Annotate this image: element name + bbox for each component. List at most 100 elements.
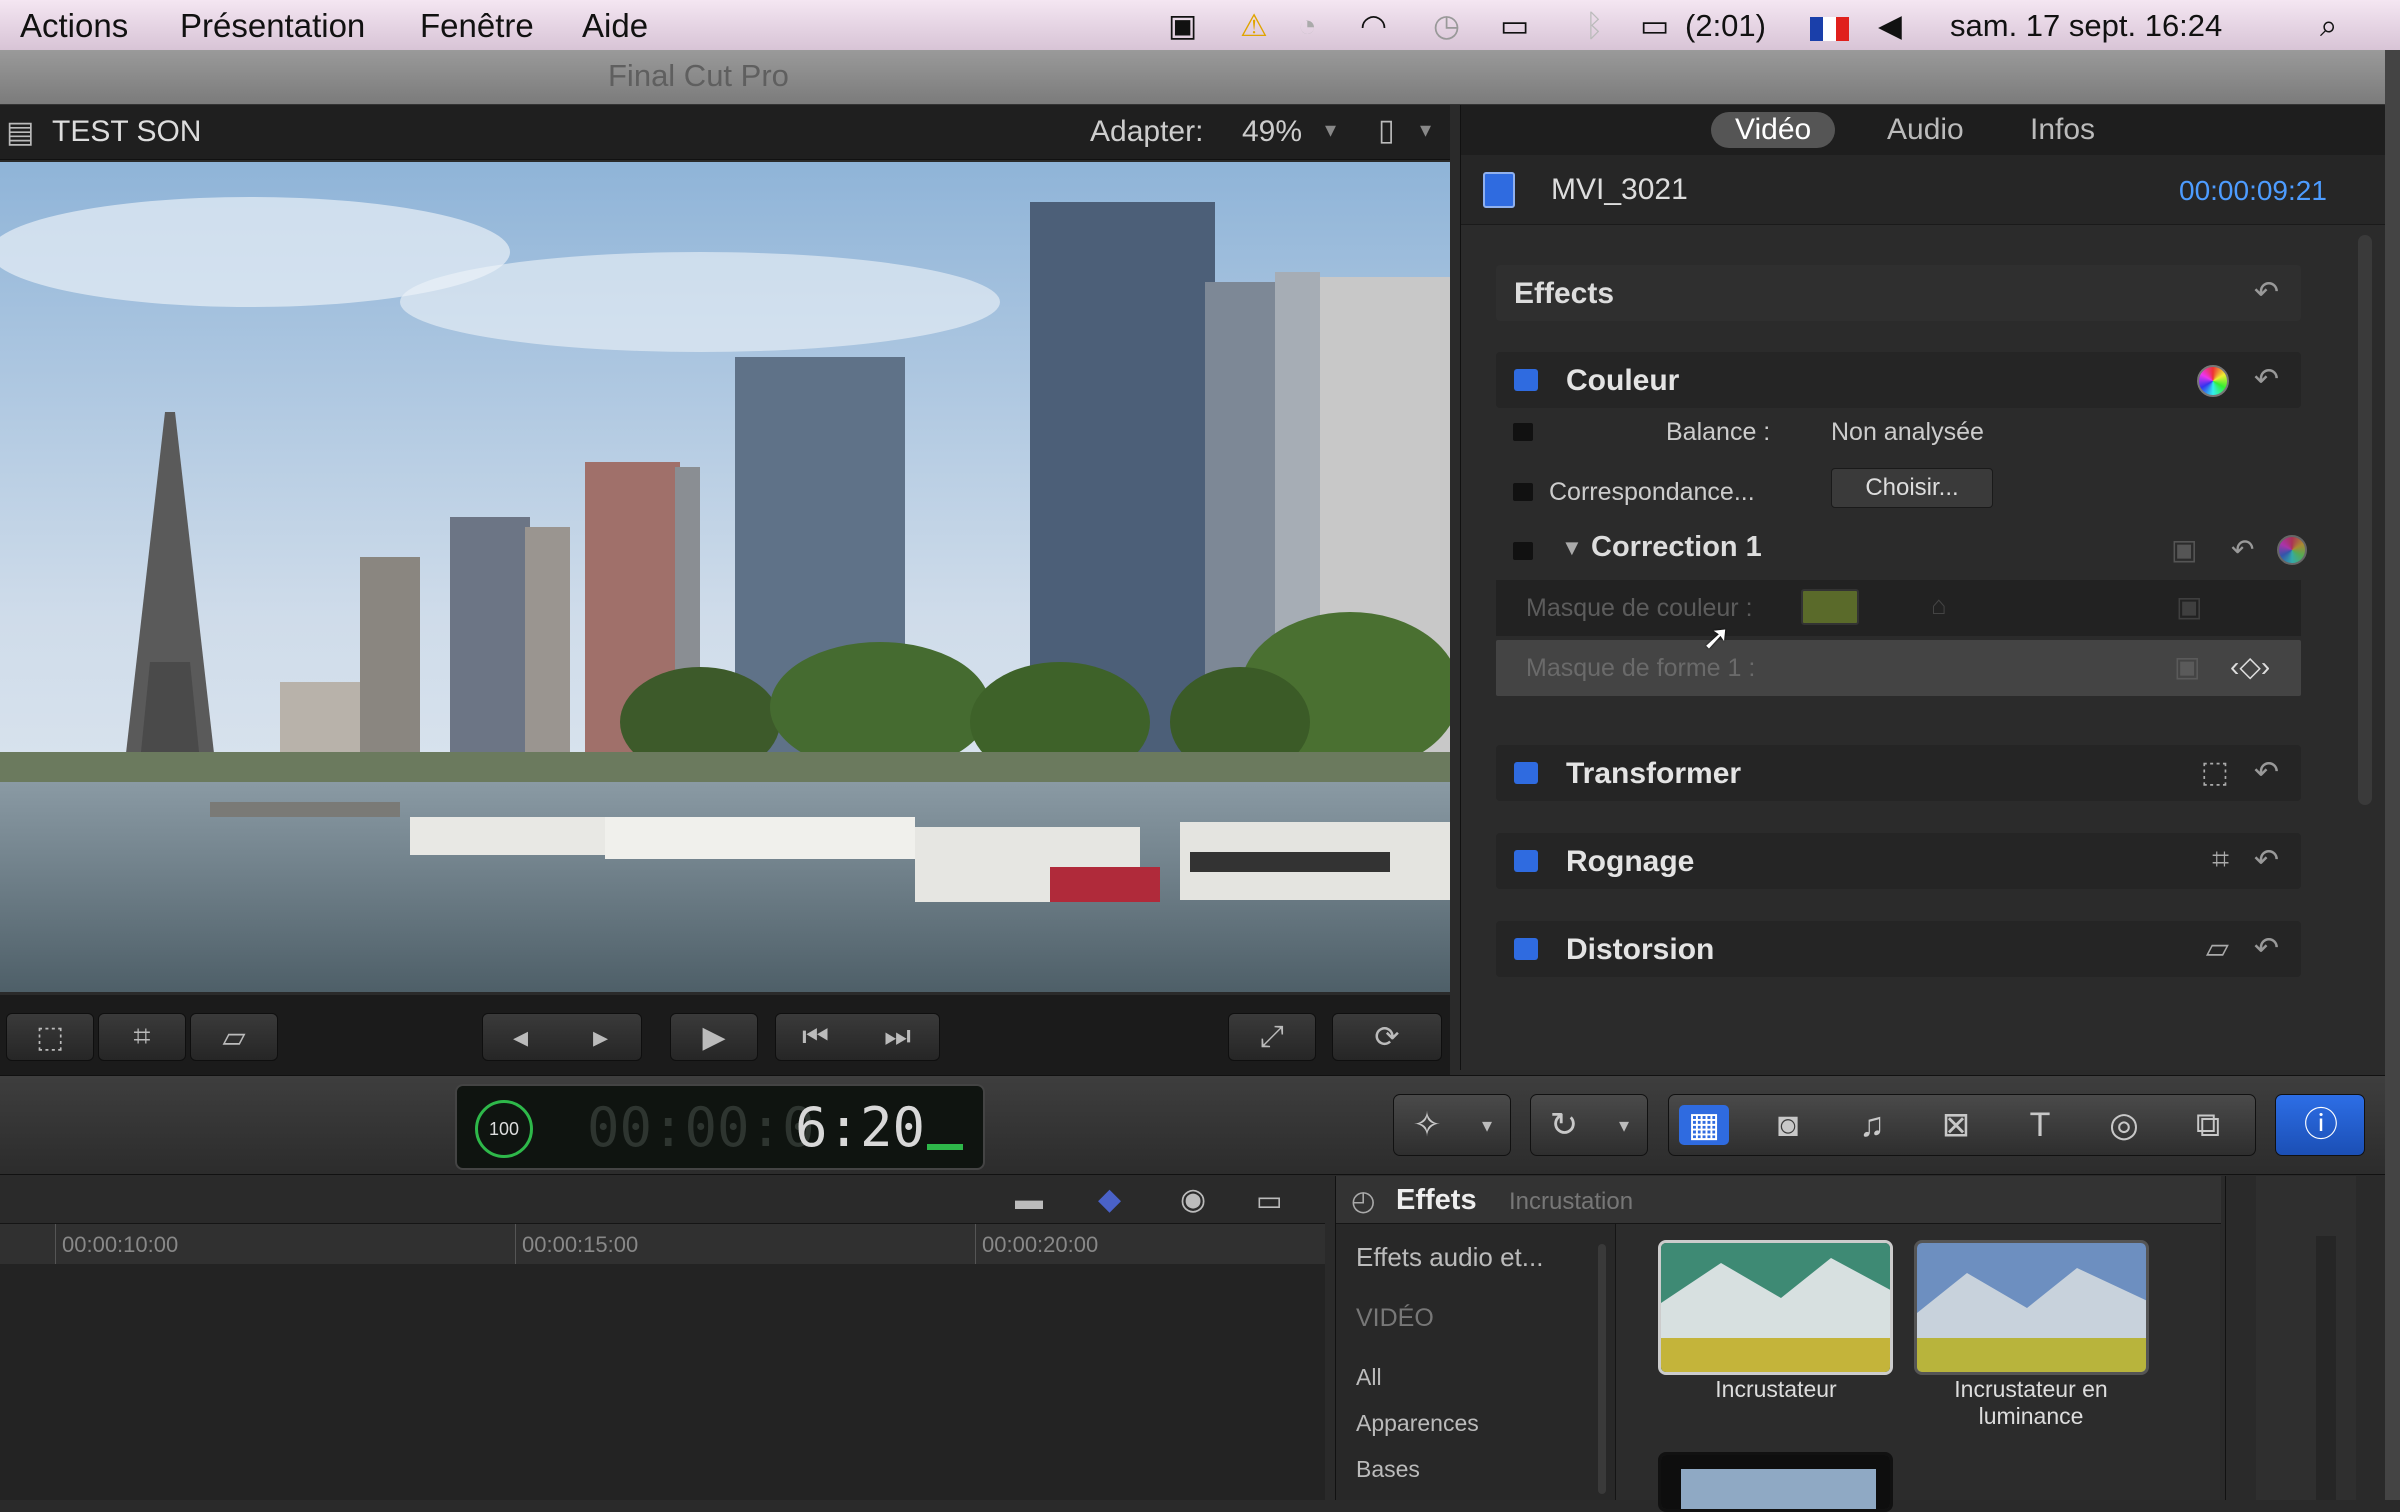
- window-title: Final Cut Pro: [608, 58, 789, 93]
- category-apparences[interactable]: Apparences: [1356, 1410, 1479, 1437]
- inspector-scrollbar[interactable]: [2358, 235, 2372, 805]
- loop-button[interactable]: ⟳: [1332, 1013, 1442, 1061]
- match-checkbox[interactable]: [1513, 483, 1533, 501]
- category-bases[interactable]: Bases: [1356, 1456, 1420, 1483]
- warning-icon[interactable]: ⚠: [1240, 8, 1268, 44]
- reset-effects-icon[interactable]: ↶: [2254, 275, 2279, 310]
- distort-onscreen-icon[interactable]: ▱: [2206, 931, 2229, 966]
- effect-thumbnail-partial[interactable]: [1658, 1452, 1893, 1512]
- sync-icon[interactable]: ◔: [1298, 8, 1317, 44]
- keyer-thumbnail[interactable]: [1658, 1240, 1893, 1375]
- zoom-chevron-icon[interactable]: ▾: [1325, 117, 1336, 143]
- time-machine-icon[interactable]: ◷: [1433, 8, 1460, 44]
- balance-value: Non analysée: [1831, 418, 1984, 446]
- menu-fenetre[interactable]: Fenêtre: [420, 7, 534, 45]
- display-icon[interactable]: ▭: [1500, 8, 1529, 44]
- go-to-start-icon[interactable]: ⏮: [802, 1020, 829, 1054]
- crop-tool-button[interactable]: ⌗: [98, 1013, 186, 1061]
- reset-couleur-icon[interactable]: ↶: [2254, 362, 2279, 397]
- reset-rognage-icon[interactable]: ↶: [2254, 843, 2279, 878]
- reset-transformer-icon[interactable]: ↶: [2254, 755, 2279, 790]
- correction-checkbox[interactable]: [1513, 542, 1533, 560]
- battery-icon[interactable]: ▭: [1640, 8, 1669, 44]
- mask-add-icon[interactable]: ▣: [2171, 533, 2197, 566]
- luma-keyer-thumbnail[interactable]: [1914, 1240, 2149, 1375]
- skimming-icon[interactable]: ◉: [1180, 1182, 1206, 1217]
- clip-appearance-icon[interactable]: ▬: [1015, 1184, 1043, 1216]
- timeline-ruler[interactable]: 00:00:10:00 00:00:15:00 00:00:20:00: [0, 1224, 1325, 1264]
- distorsion-title: Distorsion: [1566, 933, 1715, 966]
- clock[interactable]: sam. 17 sept. 16:24: [1950, 8, 2222, 44]
- tab-infos[interactable]: Infos: [2006, 112, 2119, 148]
- tab-audio[interactable]: Audio: [1863, 112, 1988, 148]
- zoom-slider-icon[interactable]: ◆: [1098, 1182, 1121, 1217]
- color-mask-swatch[interactable]: [1801, 589, 1859, 625]
- play-button[interactable]: ▶: [670, 1013, 758, 1061]
- mask-view-icon[interactable]: ▣: [2176, 590, 2202, 623]
- effects-browser-icon[interactable]: ▦: [1679, 1105, 1729, 1145]
- enhance-menu-button[interactable]: ✧ ▾: [1393, 1094, 1511, 1156]
- timeline[interactable]: ▬ ◆ ◉ ▭ 00:00:10:00 00:00:15:00 00:00:20…: [0, 1176, 1325, 1500]
- keyframe-nav-icon[interactable]: ‹◇›: [2230, 650, 2270, 683]
- color-board-icon[interactable]: [2197, 365, 2229, 397]
- tab-video[interactable]: Vidéo: [1711, 112, 1836, 148]
- go-to-end-icon[interactable]: ⏭: [884, 1020, 911, 1054]
- ruler-tick: [515, 1224, 516, 1264]
- eyedropper-icon[interactable]: ⌂: [1931, 590, 1947, 621]
- color-board-correction-icon[interactable]: [2277, 535, 2307, 565]
- fullscreen-button[interactable]: ⤢: [1228, 1013, 1316, 1061]
- menu-aide[interactable]: Aide: [582, 7, 648, 45]
- bluetooth-icon[interactable]: ᛒ: [1585, 8, 1604, 44]
- reset-distorsion-icon[interactable]: ↶: [2254, 931, 2279, 966]
- timecode-display[interactable]: 100 00:00:0 6:20: [455, 1084, 985, 1170]
- spotlight-icon[interactable]: ⌕: [2320, 8, 2337, 45]
- themes-browser-icon[interactable]: ⧉: [2183, 1105, 2233, 1145]
- distort-tool-button[interactable]: ▱: [190, 1013, 278, 1061]
- rognage-checkbox[interactable]: [1514, 850, 1538, 872]
- distorsion-row: Distorsion ▱ ↶: [1496, 921, 2301, 977]
- photo-browser-icon[interactable]: ◙: [1763, 1105, 1813, 1145]
- inspector-panel: Vidéo Audio Infos MVI_3021 00:00:09:21 E…: [1460, 105, 2386, 1070]
- music-browser-icon[interactable]: ♫: [1847, 1105, 1897, 1145]
- previous-frame-icon[interactable]: ◂: [513, 1020, 528, 1055]
- french-flag-icon[interactable]: [1810, 13, 1849, 49]
- effects-category-list: Effets audio et... VIDÉO All Apparences …: [1336, 1224, 1616, 1500]
- audio-effects-category[interactable]: Effets audio et...: [1356, 1242, 1543, 1273]
- shape-mask-row: Masque de forme 1 : ▣ ‹◇›: [1496, 640, 2301, 696]
- reset-correction-icon[interactable]: ↶: [2231, 533, 2254, 566]
- zoom-value[interactable]: 49%: [1242, 115, 1302, 149]
- choose-button[interactable]: Choisir...: [1831, 468, 1993, 508]
- info-icon: ⓘ: [2304, 1106, 2338, 1144]
- next-frame-icon[interactable]: ▸: [593, 1020, 608, 1055]
- titles-browser-icon[interactable]: T: [2015, 1105, 2065, 1145]
- audio-meter: [2256, 1176, 2356, 1500]
- generators-browser-icon[interactable]: ◎: [2099, 1105, 2149, 1145]
- switch-icon[interactable]: ▯: [1378, 113, 1395, 148]
- category-scrollbar[interactable]: [1598, 1244, 1606, 1494]
- menu-actions[interactable]: Actions: [20, 7, 128, 45]
- audio-skimming-icon[interactable]: ▭: [1256, 1184, 1282, 1217]
- crop-onscreen-icon[interactable]: ⌗: [2212, 843, 2229, 877]
- play-icon: ▶: [702, 1020, 726, 1054]
- couleur-checkbox[interactable]: [1514, 369, 1538, 391]
- category-all[interactable]: All: [1356, 1364, 1382, 1391]
- wifi-icon[interactable]: ◠: [1360, 8, 1387, 44]
- effects-browser-subtitle: Incrustation: [1509, 1188, 1634, 1215]
- inspector-toggle-button[interactable]: ⓘ: [2275, 1094, 2365, 1156]
- transform-onscreen-icon[interactable]: ⬚: [2201, 755, 2229, 790]
- browser-toggle-group: ▦ ◙ ♫ ⊠ T ◎ ⧉: [1668, 1094, 2256, 1156]
- disclosure-triangle-icon[interactable]: ▼: [1561, 535, 1583, 561]
- video-camera-icon[interactable]: ▣: [1168, 8, 1197, 44]
- menu-presentation[interactable]: Présentation: [180, 7, 365, 45]
- transformer-checkbox[interactable]: [1514, 762, 1538, 784]
- transitions-browser-icon[interactable]: ⊠: [1931, 1105, 1981, 1145]
- effect-preview-image: [1661, 1455, 1890, 1509]
- switch-chevron-icon[interactable]: ▾: [1420, 117, 1431, 143]
- balance-checkbox[interactable]: [1513, 423, 1533, 441]
- transform-tool-button[interactable]: ⬚: [6, 1013, 94, 1061]
- shape-mask-view-icon[interactable]: ▣: [2174, 650, 2200, 683]
- distorsion-checkbox[interactable]: [1514, 938, 1538, 960]
- retime-menu-button[interactable]: ↻ ▾: [1530, 1094, 1648, 1156]
- video-viewer[interactable]: [0, 162, 1450, 992]
- volume-icon[interactable]: ◀: [1878, 8, 1902, 44]
